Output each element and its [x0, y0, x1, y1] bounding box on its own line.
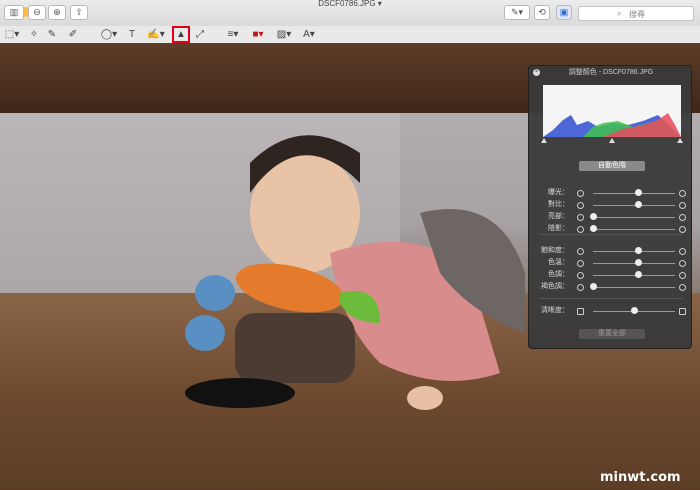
adjust-slider[interactable] — [635, 189, 643, 196]
toolbox-button[interactable]: ▣ — [556, 5, 572, 20]
adjust-row: 色調： — [529, 270, 693, 280]
panel-title: 調整顏色 - DSCF0786.JPG — [568, 69, 654, 76]
sharpness-low-icon — [577, 308, 584, 315]
adjust-slider[interactable] — [635, 259, 643, 266]
adjust-high-icon — [679, 214, 686, 221]
border-color-icon[interactable]: ■▾ — [248, 28, 268, 41]
auto-levels-button[interactable]: 自動色階 — [579, 161, 645, 171]
adjust-size-icon[interactable]: ⤢ — [194, 28, 206, 41]
adjust-slider[interactable] — [635, 201, 643, 208]
adjust-high-icon — [679, 260, 686, 267]
adjust-row: 飽和度： — [529, 246, 693, 256]
adjust-label: 曝光： — [548, 189, 569, 196]
draw-icon[interactable]: ✐ — [66, 28, 80, 41]
adjust-track — [593, 263, 675, 264]
watermark: minwt.com — [600, 470, 681, 485]
adjust-slider[interactable] — [635, 247, 643, 254]
adjust-high-icon — [679, 248, 686, 255]
adjust-row: 亮部： — [529, 212, 693, 222]
adjust-track — [593, 251, 675, 252]
zoom-in-button[interactable]: ⊕ — [48, 5, 66, 20]
adjust-label: 陰影： — [548, 225, 569, 232]
adjust-label: 亮部： — [548, 213, 569, 220]
shape-style-icon[interactable]: ≡▾ — [224, 28, 242, 41]
zoom-out-button[interactable]: ⊖ — [28, 5, 46, 20]
search-input[interactable]: ⌕ 搜尋 — [578, 6, 694, 21]
search-placeholder: 搜尋 — [629, 10, 645, 19]
instant-alpha-icon[interactable]: ✧ — [28, 28, 40, 41]
adjust-high-icon — [679, 190, 686, 197]
adjust-label: 褐色調： — [541, 283, 569, 290]
adjust-label: 色溫： — [548, 259, 569, 266]
sharpness-slider[interactable] — [631, 307, 638, 314]
adjust-label: 對比： — [548, 201, 569, 208]
adjust-low-icon — [577, 272, 584, 279]
reset-all-button[interactable]: 重置全部 — [579, 329, 645, 339]
photo-canvas: × 調整顏色 - DSCF0786.JPG 自動色階 曝光： 對比： 亮部： 陰影： … — [0, 43, 700, 490]
adjust-label: 飽和度： — [541, 247, 569, 254]
rotate-button[interactable]: ⟲ — [534, 5, 550, 20]
adjust-slider[interactable] — [590, 213, 597, 220]
histogram — [543, 85, 681, 137]
adjust-track — [593, 287, 675, 288]
share-button[interactable]: ⇧ — [70, 5, 88, 20]
adjust-row: 曝光： — [529, 188, 693, 198]
sign-icon[interactable]: ✍▾ — [146, 28, 166, 41]
fill-color-icon[interactable]: ▨▾ — [274, 28, 294, 41]
adjust-color-icon[interactable]: ▲ — [172, 26, 190, 43]
adjust-high-icon — [679, 202, 686, 209]
adjust-row: 褐色調： — [529, 282, 693, 292]
adjust-low-icon — [577, 214, 584, 221]
selection-tool-icon[interactable]: ⬚▾ — [4, 28, 20, 41]
sketch-icon[interactable]: ✎ — [46, 28, 58, 41]
markup-toolbar: ⬚▾ ✧ ✎ ✐ ◯▾ T ✍▾ ▲ ⤢ ≡▾ ■▾ ▨▾ A▾ — [0, 26, 700, 44]
adjust-track — [593, 205, 675, 206]
adjust-low-icon — [577, 260, 584, 267]
sharpness-high-icon — [679, 308, 686, 315]
histogram-mid-point-handle[interactable] — [609, 138, 615, 143]
adjust-low-icon — [577, 248, 584, 255]
sidebar-toggle-button[interactable]: ▥ — [4, 5, 24, 20]
adjust-track — [593, 275, 675, 276]
adjust-low-icon — [577, 202, 584, 209]
title-bar: DSCF0786.JPG ▾ ▥ ⊖ ⊕ ⇧ ✎▾ ⟲ ▣ ⌕ 搜尋 — [0, 0, 700, 27]
adjust-row: 對比： — [529, 200, 693, 210]
adjust-slider[interactable] — [590, 225, 597, 232]
adjust-row: 色溫： — [529, 258, 693, 268]
shapes-icon[interactable]: ◯▾ — [100, 28, 118, 41]
adjust-high-icon — [679, 284, 686, 291]
histogram-white-point-handle[interactable] — [677, 138, 683, 143]
adjust-label: 色調： — [548, 271, 569, 278]
sharpness-row: 清晰度： — [529, 306, 693, 316]
panel-divider — [539, 234, 683, 235]
histogram-black-point-handle[interactable] — [541, 138, 547, 143]
adjust-track — [593, 217, 675, 218]
adjust-slider[interactable] — [635, 271, 643, 278]
adjust-low-icon — [577, 226, 584, 233]
adjust-track — [593, 229, 675, 230]
adjust-color-panel: × 調整顏色 - DSCF0786.JPG 自動色階 曝光： 對比： 亮部： 陰影： … — [528, 65, 692, 349]
panel-divider — [539, 298, 683, 299]
adjust-row: 陰影： — [529, 224, 693, 234]
adjust-track — [593, 193, 675, 194]
text-style-icon[interactable]: A▾ — [300, 28, 318, 41]
text-icon[interactable]: T — [126, 28, 138, 41]
adjust-high-icon — [679, 272, 686, 279]
adjust-low-icon — [577, 284, 584, 291]
adjust-slider[interactable] — [590, 283, 597, 290]
search-icon: ⌕ — [617, 9, 622, 18]
adjust-high-icon — [679, 226, 686, 233]
sharpness-label: 清晰度： — [541, 307, 569, 314]
adjust-low-icon — [577, 190, 584, 197]
markup-toolbar-button[interactable]: ✎▾ — [504, 5, 530, 20]
